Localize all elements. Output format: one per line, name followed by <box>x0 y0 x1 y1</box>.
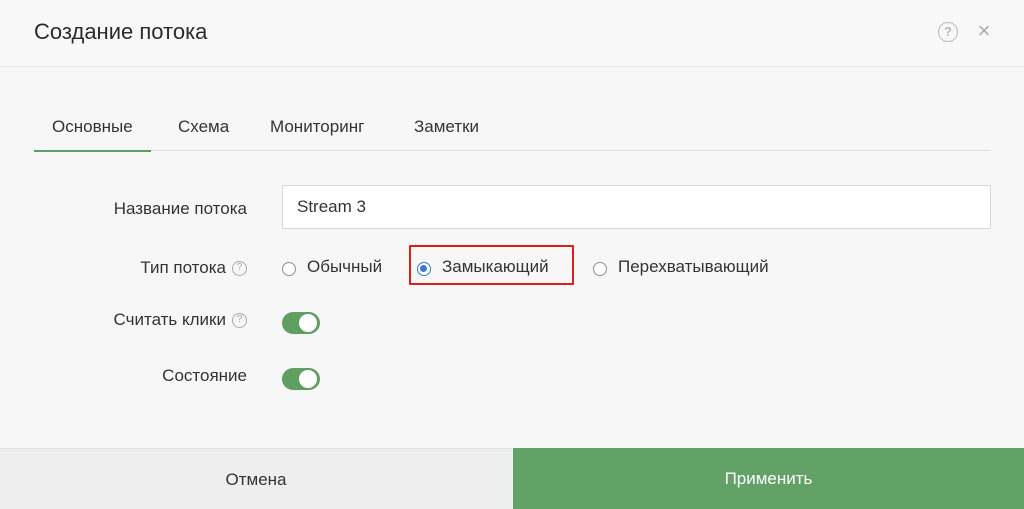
stream-name-label: Название потока <box>113 199 247 218</box>
tab-notes[interactable]: Заметки <box>414 117 479 137</box>
radio-circle-intercepting[interactable] <box>593 262 607 276</box>
dialog-title: Создание потока <box>34 19 208 44</box>
tab-scheme[interactable]: Схема <box>178 117 229 137</box>
help-icon[interactable]: ? <box>938 22 958 42</box>
dialog-footer: Отмена Применить <box>0 448 1024 509</box>
stream-type-help-icon[interactable]: ? <box>232 261 247 277</box>
radio-intercepting[interactable]: Перехватывающий <box>593 255 813 283</box>
count-clicks-label: Считать клики? <box>114 310 247 330</box>
toggle-knob <box>299 314 317 332</box>
highlight-box <box>409 245 574 285</box>
count-clicks-toggle[interactable] <box>282 312 320 334</box>
count-clicks-help-icon[interactable]: ? <box>232 313 247 329</box>
stream-name-input[interactable] <box>282 185 991 229</box>
radio-normal-label: Обычный <box>307 257 383 276</box>
radio-circle-normal[interactable] <box>282 262 296 276</box>
tab-main[interactable]: Основные <box>34 117 151 152</box>
toggle-knob <box>299 370 317 388</box>
state-label: Состояние <box>162 366 247 385</box>
stream-type-label: Тип потока? <box>140 258 247 278</box>
radio-normal[interactable]: Обычный <box>282 255 402 283</box>
radio-intercepting-label: Перехватывающий <box>618 257 769 276</box>
apply-button[interactable]: Применить <box>513 448 1024 509</box>
dialog-header: Создание потока ? × <box>0 0 1024 67</box>
cancel-button[interactable]: Отмена <box>0 448 512 509</box>
tab-bar: Основные Схема Мониторинг Заметки <box>34 105 991 152</box>
state-toggle[interactable] <box>282 368 320 390</box>
dialog-body: Основные Схема Мониторинг Заметки Назван… <box>0 67 1024 448</box>
close-icon[interactable]: × <box>974 20 994 42</box>
tab-monitoring[interactable]: Мониторинг <box>270 117 364 137</box>
